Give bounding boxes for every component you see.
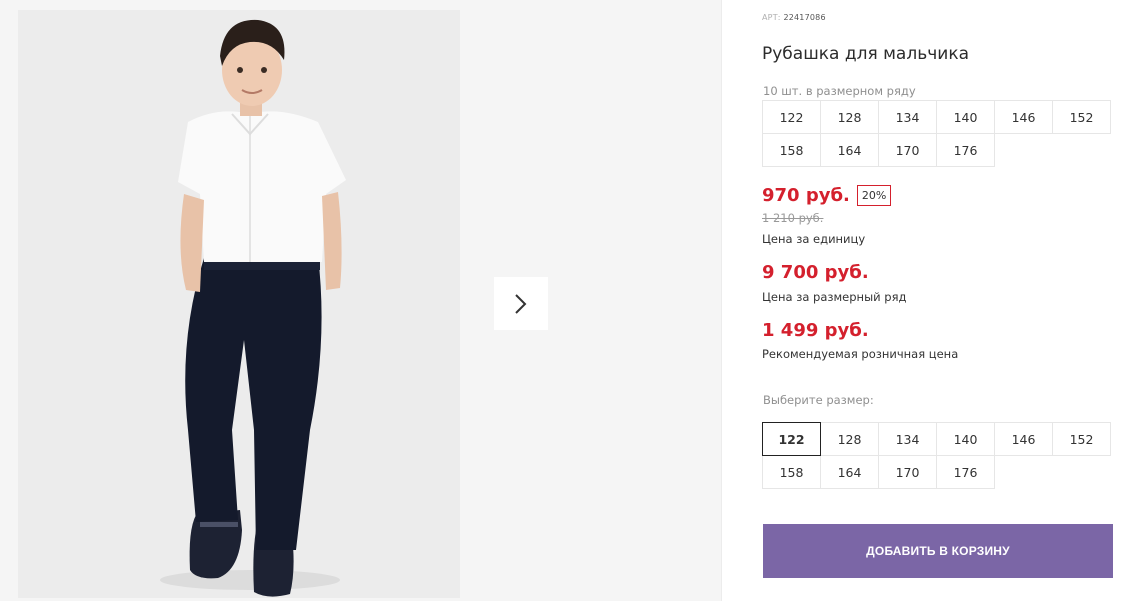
size-option[interactable]: 128 — [820, 422, 879, 456]
row-price: 9 700 руб. — [762, 262, 869, 283]
size-option[interactable]: 134 — [878, 422, 937, 456]
size-row-cell: 176 — [936, 133, 995, 167]
unit-price: 970 руб. 20% — [762, 185, 892, 206]
retail-price-label: Рекомендуемая розничная цена — [762, 347, 959, 361]
size-option[interactable]: 146 — [994, 422, 1053, 456]
size-row-cell: 146 — [994, 100, 1053, 134]
row-price-label: Цена за размерный ряд — [762, 290, 907, 304]
size-option[interactable]: 158 — [762, 455, 821, 489]
product-gallery — [0, 0, 722, 601]
size-option[interactable]: 176 — [936, 455, 995, 489]
size-row-cell: 158 — [762, 133, 821, 167]
retail-price: 1 499 руб. — [762, 320, 869, 341]
size-row-grid: 122 128 134 140 146 152 158 164 170 176 — [762, 100, 1118, 167]
size-row-note: 10 шт. в размерном ряду — [763, 84, 916, 98]
product-info-panel: АРТ: 22417086 Рубашка для мальчика 10 шт… — [762, 0, 1122, 601]
choose-size-label: Выберите размер: — [763, 393, 874, 407]
size-row-cell: 122 — [762, 100, 821, 134]
size-row-cell: 128 — [820, 100, 879, 134]
product-photo — [18, 10, 460, 598]
size-option[interactable]: 170 — [878, 455, 937, 489]
product-page: АРТ: 22417086 Рубашка для мальчика 10 шт… — [0, 0, 1136, 601]
article-value: 22417086 — [783, 13, 826, 22]
size-row-cell: 134 — [878, 100, 937, 134]
size-row-cell: 164 — [820, 133, 879, 167]
article-number: АРТ: 22417086 — [762, 13, 826, 22]
size-option[interactable]: 140 — [936, 422, 995, 456]
add-to-cart-button[interactable]: ДОБАВИТЬ В КОРЗИНУ — [763, 524, 1113, 578]
size-option[interactable]: 152 — [1052, 422, 1111, 456]
current-price: 970 руб. — [762, 185, 850, 206]
size-row-cell: 152 — [1052, 100, 1111, 134]
gallery-next-button[interactable] — [494, 277, 548, 330]
size-row-cell: 170 — [878, 133, 937, 167]
unit-price-label: Цена за единицу — [762, 232, 866, 246]
discount-badge: 20% — [856, 185, 892, 206]
old-price: 1 210 руб. — [762, 211, 824, 225]
size-option-selected[interactable]: 122 — [762, 422, 821, 456]
size-option[interactable]: 164 — [820, 455, 879, 489]
size-row-cell: 140 — [936, 100, 995, 134]
chevron-right-icon — [515, 293, 527, 314]
product-title: Рубашка для мальчика — [762, 44, 970, 64]
size-selector: 122 128 134 140 146 152 158 164 170 176 — [762, 422, 1118, 489]
article-label: АРТ: — [762, 13, 781, 22]
